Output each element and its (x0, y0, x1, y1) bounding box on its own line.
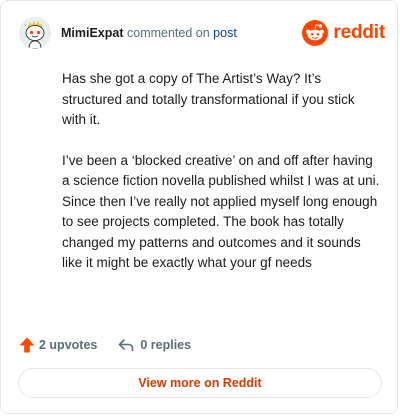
upvotes-stat[interactable]: 2 upvotes (18, 336, 97, 354)
snoo-avatar-icon (19, 17, 51, 49)
reddit-wordmark: reddit (333, 22, 385, 43)
replies-stat[interactable]: 0 replies (117, 336, 191, 354)
post-link[interactable]: post (213, 26, 237, 40)
upvote-arrow-icon (19, 337, 35, 353)
reddit-logo[interactable]: reddit (302, 18, 385, 48)
comment-attribution: MimiExpat commented on post (61, 26, 237, 40)
comment-header: MimiExpat commented on post reddit (19, 17, 385, 51)
action-text: commented on (127, 26, 210, 40)
reddit-logo-icon (302, 20, 329, 46)
comment-body: Has she got a copy of The Artist’s Way? … (62, 69, 380, 294)
comment-paragraph: I’ve been a ‘blocked creative’ on and of… (62, 152, 380, 271)
comment-embed-card: MimiExpat commented on post reddit Has s… (0, 0, 398, 414)
username-link[interactable]: MimiExpat (61, 26, 124, 40)
upvotes-count: 2 upvotes (39, 338, 98, 352)
reply-arrow-icon (119, 339, 134, 352)
view-more-button[interactable]: View more on Reddit (18, 368, 382, 398)
replies-count: 0 replies (140, 338, 192, 352)
comment-stats: 2 upvotes 0 replies (18, 335, 191, 355)
user-avatar[interactable] (19, 17, 51, 49)
comment-paragraph: Has she got a copy of The Artist’s Way? … (62, 71, 355, 127)
